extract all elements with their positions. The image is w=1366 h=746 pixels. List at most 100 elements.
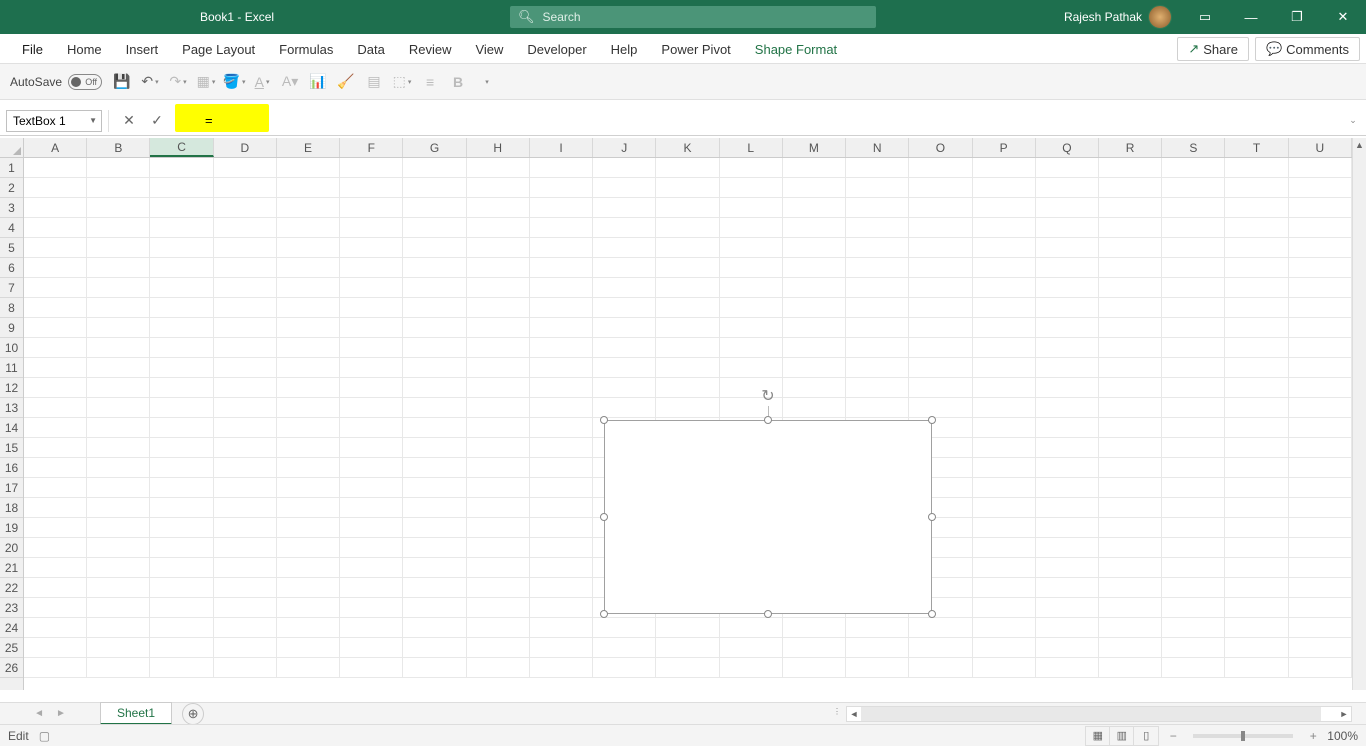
cell[interactable] (593, 298, 656, 318)
cell[interactable] (656, 218, 719, 238)
cell[interactable] (150, 478, 213, 498)
cell[interactable] (1099, 498, 1162, 518)
cell[interactable] (720, 318, 783, 338)
cell[interactable] (150, 158, 213, 178)
normal-view-button[interactable]: ▦ (1086, 727, 1110, 745)
zoom-slider[interactable] (1193, 734, 1293, 738)
cell[interactable] (87, 538, 150, 558)
cell[interactable] (214, 318, 277, 338)
cell[interactable] (846, 398, 909, 418)
cell[interactable] (1036, 538, 1099, 558)
cell[interactable] (1162, 418, 1225, 438)
cell[interactable] (214, 418, 277, 438)
row-header-19[interactable]: 19 (0, 518, 23, 538)
row-header-13[interactable]: 13 (0, 398, 23, 418)
cell[interactable] (1289, 578, 1352, 598)
cell[interactable] (150, 618, 213, 638)
cell[interactable] (783, 618, 846, 638)
cell[interactable] (87, 378, 150, 398)
cell[interactable] (467, 458, 530, 478)
save-button[interactable]: 💾 (110, 70, 134, 94)
cell[interactable] (593, 258, 656, 278)
cell[interactable] (1289, 418, 1352, 438)
cell[interactable] (1162, 638, 1225, 658)
cell[interactable] (1036, 258, 1099, 278)
cell[interactable] (783, 318, 846, 338)
cell[interactable] (656, 318, 719, 338)
cell[interactable] (656, 338, 719, 358)
cell[interactable] (1099, 378, 1162, 398)
cell[interactable] (467, 418, 530, 438)
cell[interactable] (909, 298, 972, 318)
cell[interactable] (1162, 338, 1225, 358)
cell[interactable] (1162, 518, 1225, 538)
cell[interactable] (530, 298, 593, 318)
cell[interactable] (340, 498, 403, 518)
cell[interactable] (150, 258, 213, 278)
cell[interactable] (846, 258, 909, 278)
cell[interactable] (277, 618, 340, 638)
cell[interactable] (530, 598, 593, 618)
cell[interactable] (214, 278, 277, 298)
cell[interactable] (340, 658, 403, 678)
cell[interactable] (1289, 218, 1352, 238)
cell[interactable] (1099, 538, 1162, 558)
cell[interactable] (467, 318, 530, 338)
cell[interactable] (24, 338, 87, 358)
cell[interactable] (467, 178, 530, 198)
cell[interactable] (530, 278, 593, 298)
cell[interactable] (403, 478, 466, 498)
cell[interactable] (973, 478, 1036, 498)
resize-handle-tm[interactable] (764, 416, 772, 424)
cell[interactable] (403, 518, 466, 538)
cell[interactable] (1225, 238, 1288, 258)
textbox-body[interactable] (604, 420, 932, 614)
cell[interactable] (1162, 498, 1225, 518)
cell[interactable] (1036, 518, 1099, 538)
cell[interactable] (87, 278, 150, 298)
zoom-in-button[interactable]: + (1305, 729, 1321, 743)
cell[interactable] (1036, 438, 1099, 458)
cell[interactable] (150, 418, 213, 438)
cell[interactable] (403, 318, 466, 338)
cell[interactable] (24, 598, 87, 618)
user-avatar[interactable] (1148, 5, 1172, 29)
cell[interactable] (214, 198, 277, 218)
row-header-11[interactable]: 11 (0, 358, 23, 378)
cell[interactable] (1036, 418, 1099, 438)
cell[interactable] (530, 518, 593, 538)
cell[interactable] (720, 338, 783, 358)
cell[interactable] (340, 518, 403, 538)
cell[interactable] (973, 458, 1036, 478)
cell[interactable] (783, 658, 846, 678)
cell[interactable] (24, 278, 87, 298)
cell[interactable] (656, 298, 719, 318)
cell[interactable] (1036, 398, 1099, 418)
cell[interactable] (530, 398, 593, 418)
cell[interactable] (340, 478, 403, 498)
tab-data[interactable]: Data (345, 36, 396, 63)
cell[interactable] (1036, 278, 1099, 298)
search-box[interactable]: 🔍︎ Search (510, 6, 876, 28)
cell[interactable] (1162, 278, 1225, 298)
cell[interactable] (530, 238, 593, 258)
fill-color-button[interactable]: 🪣▾ (222, 70, 246, 94)
cell[interactable] (1225, 578, 1288, 598)
cell[interactable] (277, 318, 340, 338)
cell[interactable] (403, 638, 466, 658)
cell[interactable] (214, 638, 277, 658)
cell[interactable] (403, 218, 466, 238)
cell[interactable] (1099, 158, 1162, 178)
cell[interactable] (214, 338, 277, 358)
cell[interactable] (467, 298, 530, 318)
cell[interactable] (530, 458, 593, 478)
cell[interactable] (1225, 378, 1288, 398)
cell[interactable] (1162, 318, 1225, 338)
cell[interactable] (846, 158, 909, 178)
cell[interactable] (24, 158, 87, 178)
cell[interactable] (150, 378, 213, 398)
cell[interactable] (467, 398, 530, 418)
cell[interactable] (24, 538, 87, 558)
cell[interactable] (1162, 298, 1225, 318)
cell[interactable] (150, 198, 213, 218)
